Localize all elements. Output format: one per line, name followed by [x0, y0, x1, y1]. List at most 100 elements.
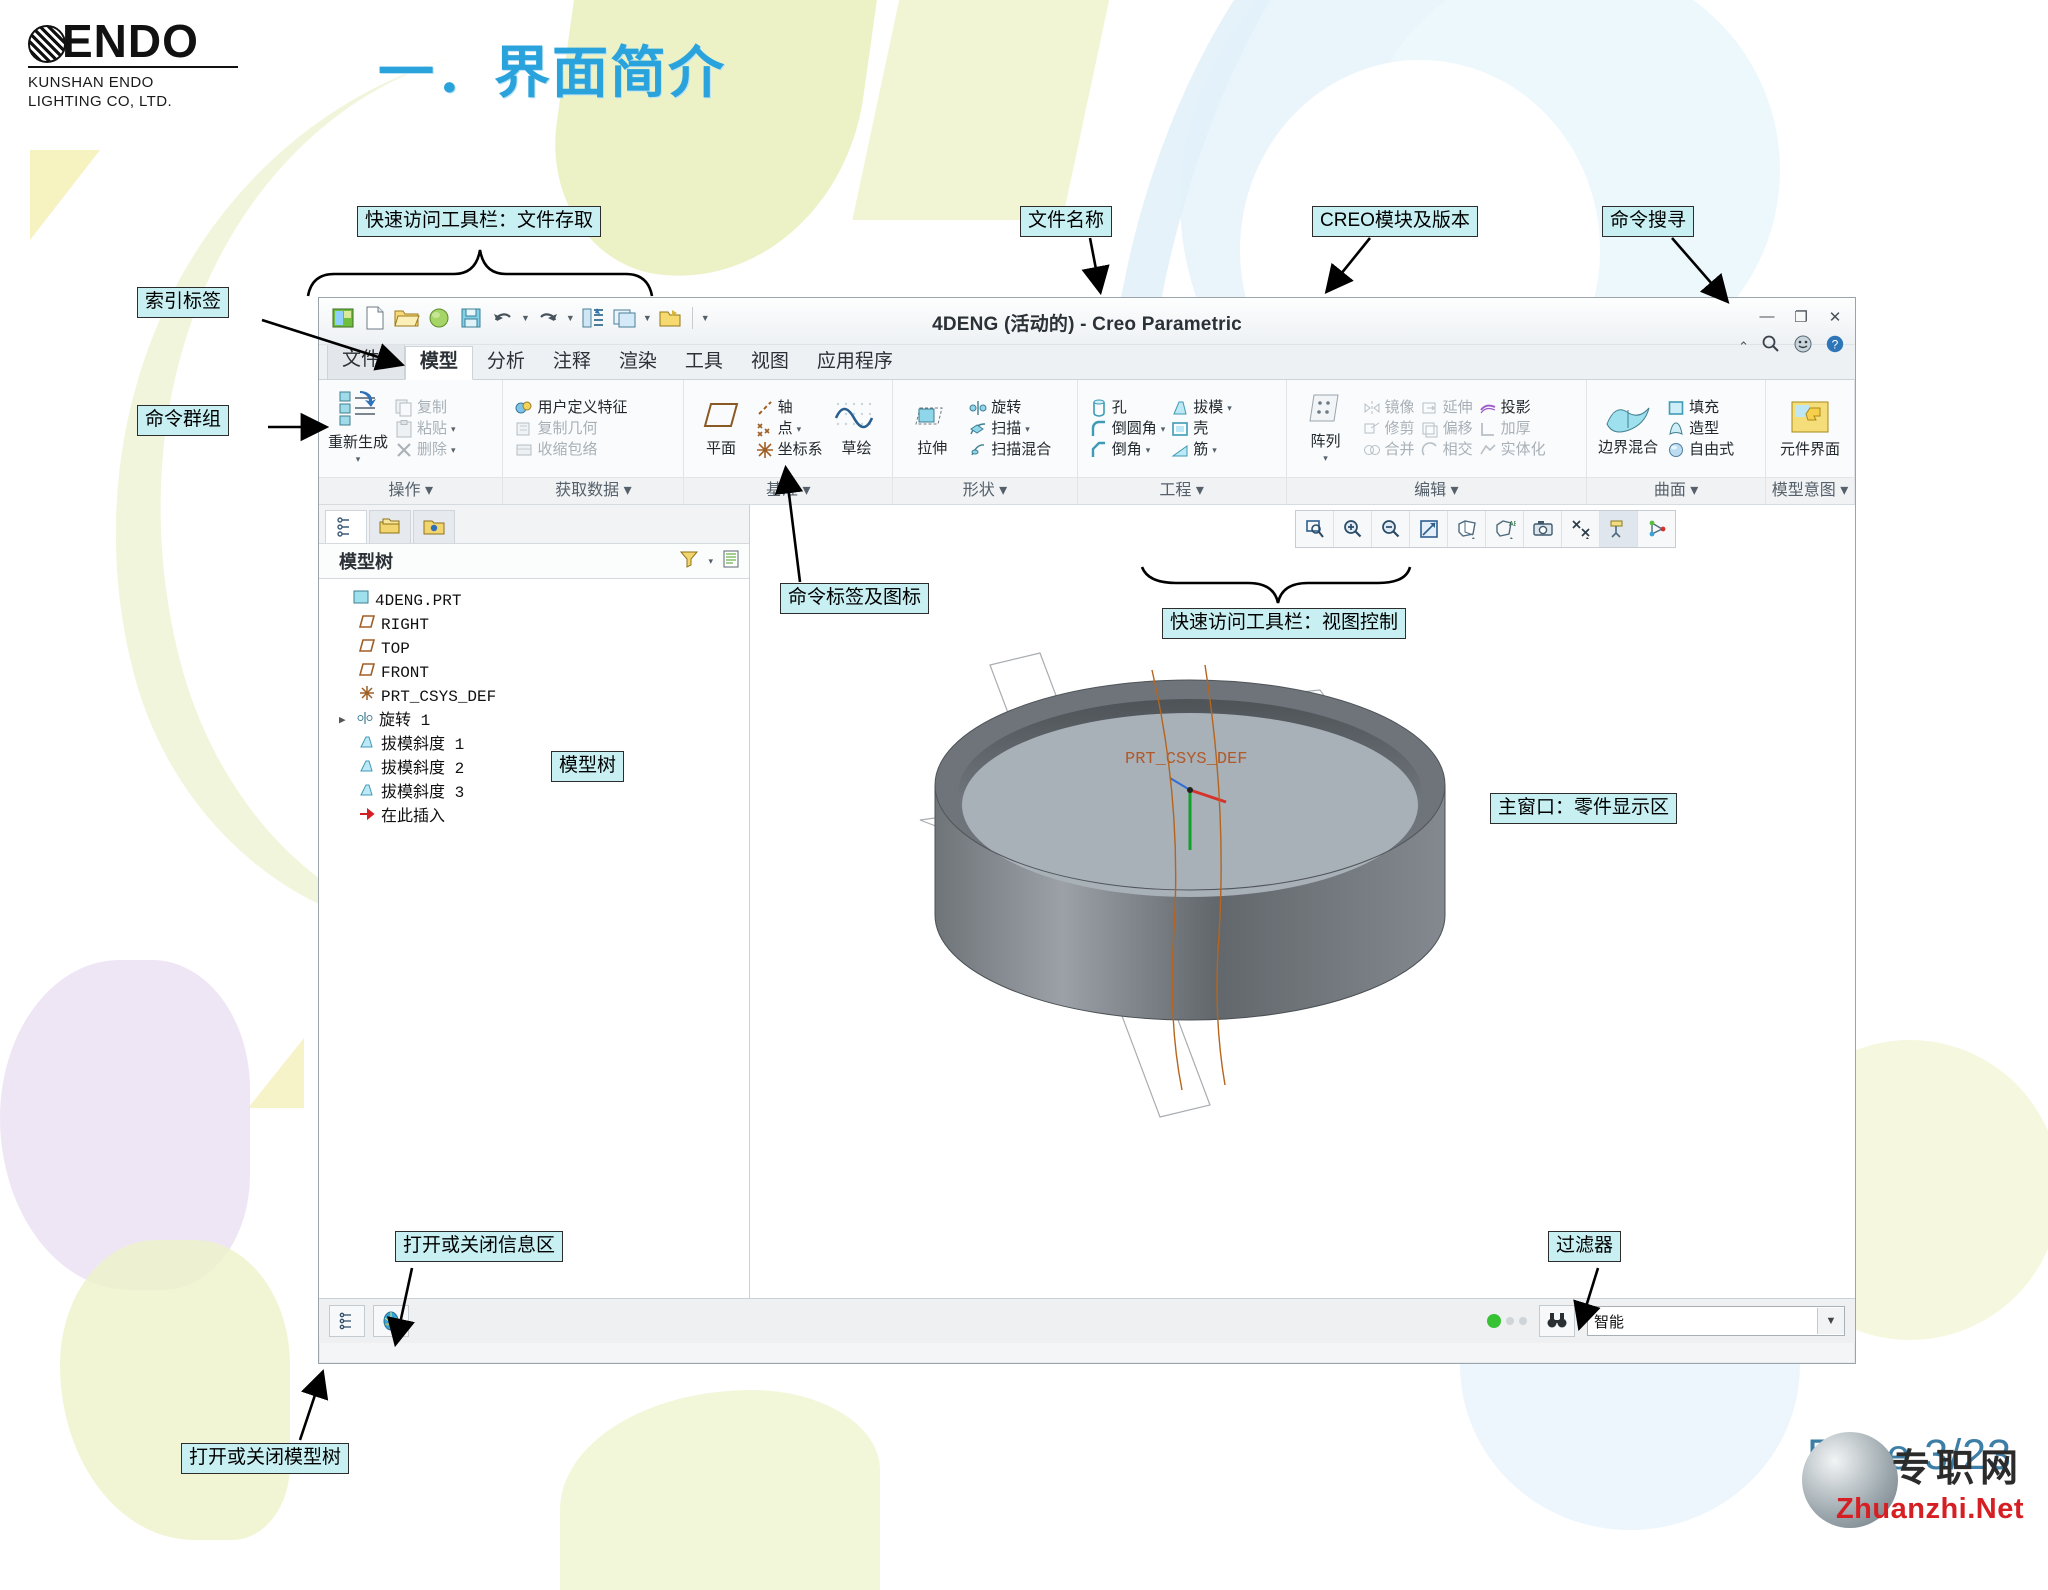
- chevron-down-icon[interactable]: ▾: [451, 441, 456, 459]
- chevron-up-icon[interactable]: ⌃: [1738, 339, 1749, 355]
- ribbon-command-style[interactable]: 造型: [1667, 420, 1734, 438]
- ribbon-command-revolve[interactable]: 旋转: [969, 399, 1051, 417]
- ribbon-command-thicken[interactable]: 加厚: [1479, 420, 1546, 438]
- restore-button[interactable]: ❐: [1791, 308, 1811, 326]
- ribbon-command-intersect[interactable]: 相交: [1421, 441, 1473, 459]
- zoom-out-icon[interactable]: [1372, 511, 1410, 547]
- ribbon-command-shrinkwrap[interactable]: 收缩包络: [515, 441, 627, 459]
- ribbon-command-rib[interactable]: 筋 ▾: [1171, 441, 1232, 459]
- saved-views-icon[interactable]: AB: [1486, 511, 1524, 547]
- ribbon-command-axis[interactable]: 轴: [756, 399, 823, 417]
- search-icon[interactable]: [1761, 334, 1781, 359]
- chevron-down-icon[interactable]: ▾: [1227, 399, 1232, 417]
- tree-node-draft-2[interactable]: 拔模斜度 2: [325, 757, 749, 781]
- tree-node-draft-1[interactable]: 拔模斜度 1: [325, 733, 749, 757]
- find-icon[interactable]: [1539, 1305, 1575, 1337]
- ribbon-command-freestyle[interactable]: 自由式: [1667, 441, 1734, 459]
- chevron-down-icon[interactable]: ▼: [1817, 1308, 1844, 1334]
- tab-view[interactable]: 视图: [737, 347, 803, 379]
- tree-node-top[interactable]: TOP: [325, 637, 749, 661]
- tree-node-revolve[interactable]: ▶ 旋转 1: [325, 709, 749, 733]
- ribbon-command-plane[interactable]: 平面: [692, 400, 749, 457]
- ribbon-command-merge[interactable]: 合并: [1363, 441, 1415, 459]
- tab-analysis[interactable]: 分析: [473, 347, 539, 379]
- tree-node-right[interactable]: RIGHT: [325, 613, 749, 637]
- tab-annotate[interactable]: 注释: [539, 347, 605, 379]
- tree-tab-model-tree[interactable]: [325, 510, 367, 543]
- chevron-down-icon[interactable]: ▾: [1146, 441, 1151, 459]
- view-manager-icon[interactable]: [1524, 511, 1562, 547]
- annotation-display-icon[interactable]: [1600, 511, 1638, 547]
- model-3d-graphic[interactable]: PRT_CSYS_DEF: [880, 635, 1600, 1135]
- selection-filter-dropdown[interactable]: 智能 ▼: [1587, 1306, 1845, 1336]
- chevron-down-icon[interactable]: ▾: [1323, 450, 1328, 467]
- tab-file[interactable]: 文件 ▾: [327, 344, 405, 379]
- ribbon-command-delete[interactable]: 删除 ▾: [395, 441, 456, 459]
- ribbon-command-project[interactable]: 投影: [1479, 399, 1546, 417]
- refit-icon[interactable]: [1296, 511, 1334, 547]
- tab-model[interactable]: 模型: [404, 346, 473, 380]
- tree-tab-strip[interactable]: [319, 505, 749, 544]
- browser-icon[interactable]: [373, 1305, 409, 1337]
- chevron-down-icon[interactable]: ▾: [708, 556, 713, 567]
- chevron-down-icon[interactable]: ▾: [356, 451, 361, 468]
- smiley-icon[interactable]: [1793, 334, 1813, 359]
- ribbon-command-udf[interactable]: 用户定义特征: [515, 399, 628, 417]
- filter-tree-icon[interactable]: [678, 548, 700, 575]
- ribbon-command-extend[interactable]: 延伸: [1421, 399, 1473, 417]
- close-button[interactable]: ✕: [1825, 308, 1845, 326]
- ribbon-command-solidify[interactable]: 实体化: [1479, 441, 1546, 459]
- model-tree-nodes[interactable]: 4DENG.PRT RIGHT TOP FRONT PRT_CSYS_DEF ▶…: [319, 579, 749, 1298]
- tree-node-insert-here[interactable]: 在此插入: [325, 805, 749, 829]
- chevron-down-icon[interactable]: ▾: [1212, 441, 1217, 459]
- repaint-icon[interactable]: [1410, 511, 1448, 547]
- ribbon-command-swept-blend[interactable]: 扫描混合: [969, 441, 1051, 459]
- ribbon-command-component-interface[interactable]: 元件界面: [1774, 400, 1846, 457]
- help-toolbar[interactable]: ⌃ ?: [1738, 334, 1845, 359]
- view-control-toolbar[interactable]: AB: [1295, 510, 1676, 548]
- ribbon-command-paste[interactable]: 粘贴 ▾: [395, 419, 456, 438]
- datum-display-icon[interactable]: [1562, 511, 1600, 547]
- tab-render[interactable]: 渲染: [605, 347, 671, 379]
- tree-node-draft-3[interactable]: 拔模斜度 3: [325, 781, 749, 805]
- ribbon-command-pattern[interactable]: 阵列 ▾: [1295, 391, 1357, 467]
- ribbon-command-point[interactable]: 点 ▾: [756, 420, 823, 438]
- ribbon-command-fill[interactable]: 填充: [1667, 399, 1734, 417]
- tab-applications[interactable]: 应用程序: [803, 347, 907, 379]
- ribbon-command-mirror[interactable]: 镜像: [1363, 399, 1415, 417]
- chevron-down-icon[interactable]: ▾: [797, 420, 802, 438]
- ribbon-command-copy[interactable]: 复制: [395, 399, 456, 417]
- ribbon-command-extrude[interactable]: 拉伸: [901, 400, 963, 457]
- tree-tab-layers[interactable]: [369, 510, 411, 543]
- ribbon-tab-strip[interactable]: 文件 ▾ 模型 分析 注释 渲染 工具 视图 应用程序: [319, 344, 1855, 380]
- ribbon-command-regenerate[interactable]: 重新生成 ▾: [327, 390, 389, 468]
- chevron-down-icon[interactable]: ▾: [451, 420, 456, 438]
- display-style-icon[interactable]: [1448, 511, 1486, 547]
- ribbon-command-shell[interactable]: 壳: [1171, 420, 1232, 438]
- tree-node-part[interactable]: 4DENG.PRT: [325, 589, 749, 613]
- tree-expander[interactable]: ▶: [339, 709, 351, 733]
- window-controls[interactable]: — ❐ ✕: [1757, 308, 1845, 326]
- ribbon-command-draft[interactable]: 拔模 ▾: [1171, 399, 1232, 417]
- zoom-in-icon[interactable]: [1334, 511, 1372, 547]
- tree-toggle-icon[interactable]: [329, 1305, 365, 1337]
- ribbon-command-trim[interactable]: 修剪: [1363, 420, 1415, 438]
- ribbon-command-sketch[interactable]: 草绘: [829, 400, 885, 457]
- ribbon-command-chamfer[interactable]: 倒角 ▾: [1090, 441, 1166, 459]
- chevron-down-icon[interactable]: ▾: [1161, 420, 1166, 438]
- ribbon-command-csys[interactable]: 坐标系: [756, 441, 823, 459]
- ribbon-command-round[interactable]: 倒圆角 ▾: [1090, 420, 1166, 438]
- ribbon-command-sweep[interactable]: 扫描 ▾: [969, 420, 1051, 438]
- spin-center-icon[interactable]: [1638, 511, 1675, 547]
- tree-tab-folder-browser[interactable]: [413, 510, 455, 543]
- ribbon-command-offset[interactable]: 偏移: [1421, 420, 1473, 438]
- minimize-button[interactable]: —: [1757, 308, 1777, 326]
- chevron-down-icon[interactable]: ▾: [1025, 420, 1030, 438]
- ribbon-command-hole[interactable]: 孔: [1090, 399, 1166, 417]
- ribbon-command-boundary-blend[interactable]: 边界混合: [1595, 402, 1661, 455]
- tree-settings-icon[interactable]: [721, 549, 741, 574]
- tab-tools[interactable]: 工具: [671, 347, 737, 379]
- ribbon-command-copy-geometry[interactable]: 复制几何: [515, 420, 627, 438]
- help-icon[interactable]: ?: [1825, 334, 1845, 359]
- tree-node-csys[interactable]: PRT_CSYS_DEF: [325, 685, 749, 709]
